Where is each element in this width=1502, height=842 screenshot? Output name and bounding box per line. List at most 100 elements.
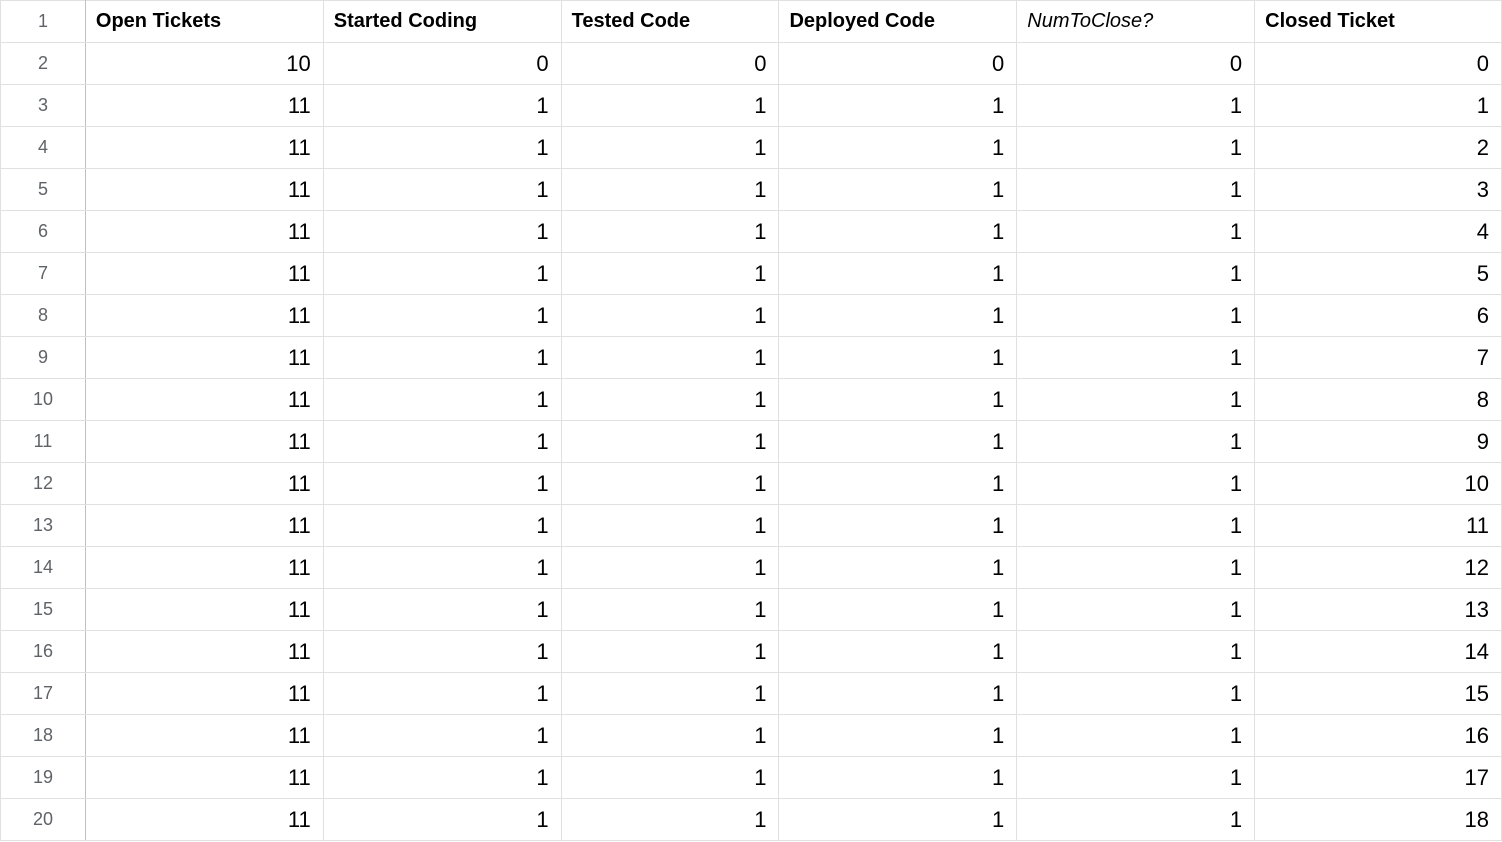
cell[interactable]: 1 [561,127,779,169]
cell[interactable]: 1 [1017,631,1255,673]
cell[interactable]: 1 [779,715,1017,757]
cell[interactable]: 1 [779,169,1017,211]
cell[interactable]: 1 [561,463,779,505]
cell[interactable]: 1 [779,421,1017,463]
row-number[interactable]: 4 [1,127,86,169]
cell[interactable]: 1 [323,799,561,841]
cell[interactable]: 11 [1255,505,1502,547]
row-number[interactable]: 11 [1,421,86,463]
cell[interactable]: 11 [85,253,323,295]
cell[interactable]: 1 [561,799,779,841]
row-number[interactable]: 16 [1,631,86,673]
cell[interactable]: 13 [1255,589,1502,631]
cell[interactable]: 11 [85,547,323,589]
cell[interactable]: 1 [779,85,1017,127]
row-number[interactable]: 7 [1,253,86,295]
cell[interactable]: 1 [323,631,561,673]
row-number[interactable]: 9 [1,337,86,379]
cell[interactable]: 11 [85,379,323,421]
cell[interactable]: 11 [85,169,323,211]
cell[interactable]: 16 [1255,715,1502,757]
cell[interactable]: 1 [779,463,1017,505]
cell[interactable]: 1 [1017,463,1255,505]
cell[interactable]: 1 [1017,505,1255,547]
cell[interactable]: 1 [1017,169,1255,211]
row-number[interactable]: 6 [1,211,86,253]
cell[interactable]: 1 [779,295,1017,337]
cell[interactable]: 0 [323,43,561,85]
cell[interactable]: 1 [779,631,1017,673]
cell[interactable]: 11 [85,589,323,631]
cell[interactable]: 1 [561,673,779,715]
cell[interactable]: 11 [85,715,323,757]
cell[interactable]: 11 [85,85,323,127]
cell[interactable]: 11 [85,799,323,841]
cell[interactable]: 11 [85,421,323,463]
cell[interactable]: 0 [1255,43,1502,85]
cell[interactable]: 1 [561,505,779,547]
cell[interactable]: 10 [85,43,323,85]
cell[interactable]: 1 [779,673,1017,715]
cell[interactable]: 18 [1255,799,1502,841]
cell[interactable]: 1 [1017,379,1255,421]
cell[interactable]: 0 [779,43,1017,85]
cell[interactable]: 1 [561,211,779,253]
cell[interactable]: 12 [1255,547,1502,589]
row-number[interactable]: 17 [1,673,86,715]
cell[interactable]: 1 [323,757,561,799]
cell[interactable]: 1 [779,337,1017,379]
cell[interactable]: 0 [1017,43,1255,85]
cell[interactable]: 1 [561,421,779,463]
cell[interactable]: 1 [561,295,779,337]
cell[interactable]: 1 [323,253,561,295]
cell[interactable]: 10 [1255,463,1502,505]
cell[interactable]: 15 [1255,673,1502,715]
column-header-tested-code[interactable]: Tested Code [561,1,779,43]
cell[interactable]: 2 [1255,127,1502,169]
row-number[interactable]: 19 [1,757,86,799]
cell[interactable]: 11 [85,505,323,547]
row-number-header[interactable]: 1 [1,1,86,43]
cell[interactable]: 1 [1255,85,1502,127]
row-number[interactable]: 10 [1,379,86,421]
cell[interactable]: 1 [323,379,561,421]
cell[interactable]: 1 [779,589,1017,631]
cell[interactable]: 1 [323,295,561,337]
cell[interactable]: 1 [323,547,561,589]
cell[interactable]: 1 [779,757,1017,799]
row-number[interactable]: 13 [1,505,86,547]
cell[interactable]: 11 [85,631,323,673]
cell[interactable]: 1 [323,421,561,463]
cell[interactable]: 9 [1255,421,1502,463]
cell[interactable]: 11 [85,127,323,169]
cell[interactable]: 1 [779,379,1017,421]
cell[interactable]: 3 [1255,169,1502,211]
cell[interactable]: 1 [561,379,779,421]
cell[interactable]: 1 [323,85,561,127]
cell[interactable]: 1 [1017,673,1255,715]
cell[interactable]: 1 [323,463,561,505]
row-number[interactable]: 18 [1,715,86,757]
cell[interactable]: 1 [1017,295,1255,337]
cell[interactable]: 1 [561,757,779,799]
cell[interactable]: 11 [85,295,323,337]
column-header-num-to-close[interactable]: NumToClose? [1017,1,1255,43]
row-number[interactable]: 5 [1,169,86,211]
cell[interactable]: 1 [323,589,561,631]
row-number[interactable]: 14 [1,547,86,589]
cell[interactable]: 1 [1017,337,1255,379]
cell[interactable]: 17 [1255,757,1502,799]
cell[interactable]: 6 [1255,295,1502,337]
cell[interactable]: 1 [1017,127,1255,169]
cell[interactable]: 1 [779,799,1017,841]
cell[interactable]: 1 [323,211,561,253]
cell[interactable]: 1 [779,211,1017,253]
cell[interactable]: 1 [323,169,561,211]
cell[interactable]: 11 [85,757,323,799]
cell[interactable]: 1 [779,505,1017,547]
column-header-started-coding[interactable]: Started Coding [323,1,561,43]
row-number[interactable]: 3 [1,85,86,127]
cell[interactable]: 1 [561,589,779,631]
cell[interactable]: 14 [1255,631,1502,673]
cell[interactable]: 1 [323,673,561,715]
